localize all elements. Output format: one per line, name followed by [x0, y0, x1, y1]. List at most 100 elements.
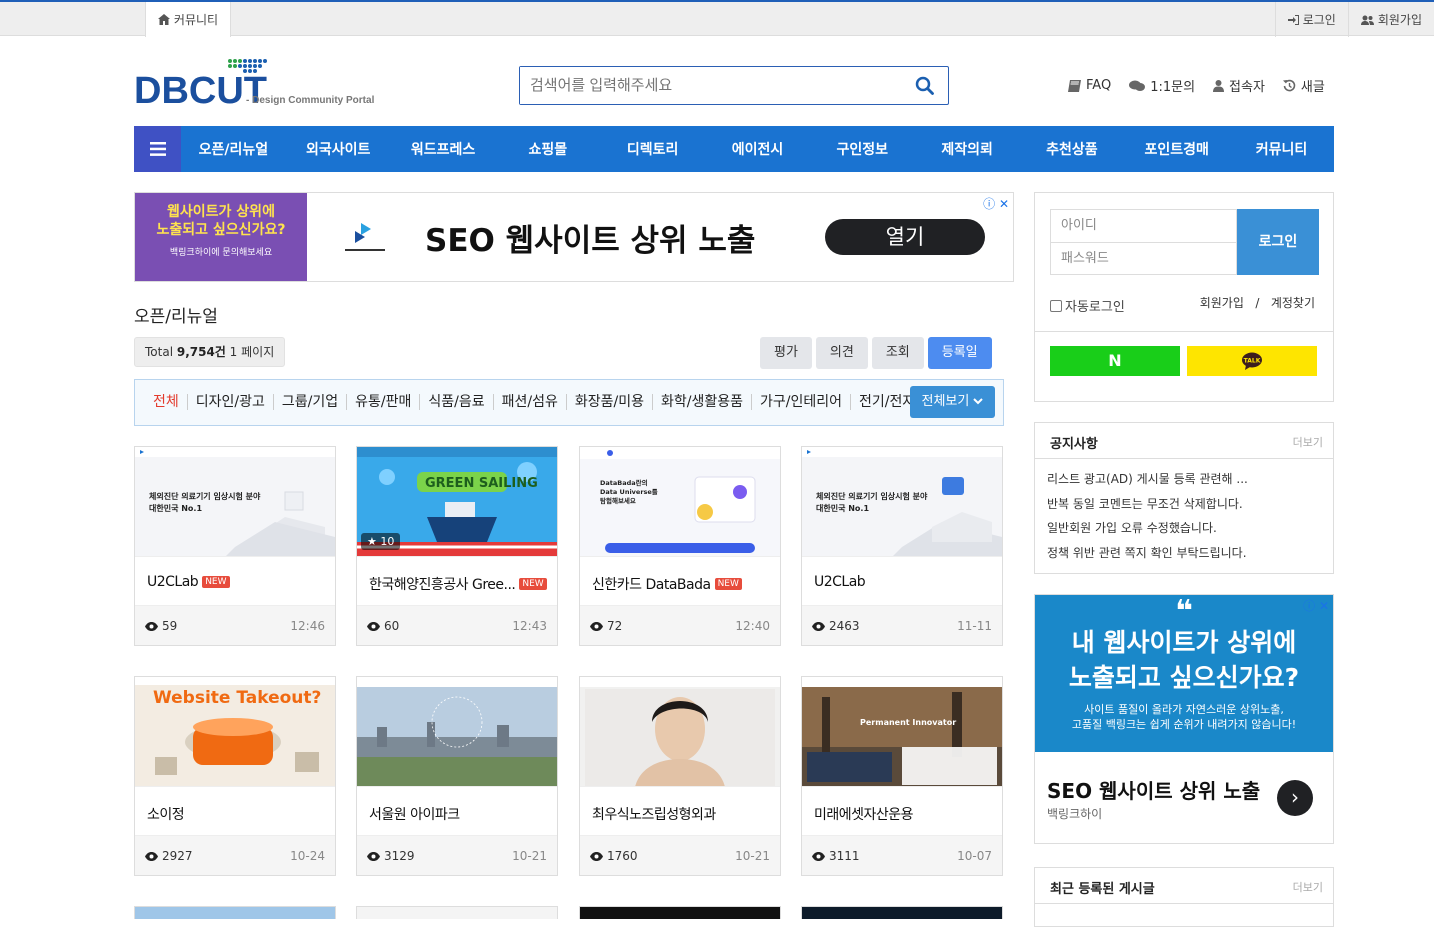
kakao-login-button[interactable]: TALK — [1187, 346, 1317, 376]
signup-link[interactable]: 회원가입 — [1347, 2, 1434, 37]
new-posts-link[interactable]: 새글 — [1282, 76, 1325, 95]
post-title[interactable]: U2CLab — [814, 574, 866, 590]
naver-login-button[interactable]: N — [1050, 346, 1180, 376]
post-card[interactable]: Website Takeout? 소이정 2927 10-24 — [134, 676, 336, 876]
recent-more-link[interactable]: 더보기 — [1293, 879, 1323, 895]
sort-date-button[interactable]: 등록일 — [927, 337, 992, 369]
post-title[interactable]: 서울원 아이파크 — [369, 804, 460, 824]
user-icon — [1213, 79, 1225, 92]
notice-more-link[interactable]: 더보기 — [1293, 434, 1323, 450]
nav-item-wordpress[interactable]: 워드프레스 — [391, 139, 496, 159]
comments-icon — [1129, 80, 1146, 91]
post-card[interactable]: 최우식노즈립성형외과 1760 10-21 — [579, 676, 781, 876]
post-title[interactable]: U2CLab NEW — [147, 574, 230, 590]
search-icon[interactable] — [915, 76, 934, 95]
post-card[interactable] — [356, 906, 558, 919]
backlink-logo-icon — [345, 223, 385, 251]
post-thumbnail — [357, 677, 557, 787]
side-ad-banner[interactable]: ❝ 내 웹사이트가 상위에 노출되고 싶으신가요? 사이트 품질이 올라가 자연… — [1034, 594, 1334, 844]
category-all[interactable]: 전체 — [145, 394, 187, 410]
sign-in-icon — [1287, 14, 1299, 25]
nav-item-directory[interactable]: 디렉토리 — [600, 139, 705, 159]
nav-item-requests[interactable]: 제작의뢰 — [915, 139, 1020, 159]
post-title[interactable]: 미래에셋자산운용 — [814, 804, 914, 824]
post-card[interactable]: 체외진단 의료기기 임상시험 분야 대한민국 No.1 U2CLab NEW 59 … — [134, 446, 336, 646]
home-icon — [157, 14, 170, 25]
search-input[interactable] — [520, 67, 900, 104]
nav-item-jobs[interactable]: 구인정보 — [810, 139, 915, 159]
category-cosmetics[interactable]: 화장품/미용 — [565, 394, 652, 410]
login-label: 로그인 — [1302, 13, 1336, 27]
post-card[interactable]: DataBada란의 Data Universe를 탐험해보세요 신한카드 Data… — [579, 446, 781, 646]
top-ad-banner[interactable]: 웹사이트가 상위에 노출되고 싶으신가요? 백링크하이에 문의해보세요 SEO … — [134, 192, 1014, 282]
category-group[interactable]: 그룹/기업 — [272, 394, 346, 410]
category-furniture[interactable]: 가구/인테리어 — [751, 394, 850, 410]
total-suffix: 1 페이지 — [225, 345, 275, 359]
ad-open-button[interactable]: 열기 — [825, 219, 985, 255]
faq-link[interactable]: FAQ — [1068, 76, 1111, 95]
notice-item[interactable]: 반복 동일 코멘트는 무조건 삭제합니다. — [1035, 492, 1333, 517]
chevron-right-icon[interactable]: › — [1277, 780, 1313, 816]
nav-item-shopping[interactable]: 쇼핑몰 — [495, 139, 600, 159]
nav-item-agency[interactable]: 에이전시 — [705, 139, 810, 159]
join-link[interactable]: 회원가입 — [1200, 296, 1244, 310]
post-thumbnail — [357, 907, 557, 919]
post-card[interactable]: GREEN SAILING ★ 10 한국해양진흥공사 Gree... NEW 6… — [356, 446, 558, 646]
post-title[interactable]: 소이정 — [147, 804, 185, 824]
users-icon — [1360, 15, 1374, 25]
sort-comments-button[interactable]: 의견 — [815, 337, 868, 369]
post-title[interactable]: 한국해양진흥공사 Gree... NEW — [369, 574, 547, 594]
post-thumbnail: DataBada란의 Data Universe를 탐험해보세요 — [580, 447, 780, 557]
post-card[interactable]: 서울원 아이파크 3129 10-21 — [356, 676, 558, 876]
view-all-button[interactable]: 전체보기 — [910, 386, 995, 418]
menu-button[interactable] — [134, 126, 181, 172]
tab-community[interactable]: 커뮤니티 — [145, 2, 231, 37]
post-card[interactable] — [579, 906, 781, 919]
category-food[interactable]: 식품/음료 — [419, 394, 492, 410]
svg-text:DataBada란의: DataBada란의 — [600, 478, 648, 487]
category-fashion[interactable]: 패션/섬유 — [492, 394, 566, 410]
divider — [1035, 331, 1333, 332]
password-input[interactable]: 패스워드 — [1051, 243, 1236, 276]
category-design[interactable]: 디자인/광고 — [186, 394, 273, 410]
nav-item-recommended[interactable]: 추천상품 — [1020, 139, 1125, 159]
post-title[interactable]: 최우식노즈립성형외과 — [592, 804, 716, 824]
post-meta: 3111 10-07 — [802, 835, 1002, 875]
auto-login-checkbox[interactable]: 자동로그인 — [1050, 296, 1125, 315]
post-card[interactable]: Permanent Innovator 미래에셋자산운용 3111 10-07 — [801, 676, 1003, 876]
username-input[interactable]: 아이디 — [1051, 210, 1236, 243]
find-account-link[interactable]: 계정찾기 — [1271, 296, 1315, 310]
category-retail[interactable]: 유통/판매 — [346, 394, 419, 410]
nav-item-community[interactable]: 커뮤니티 — [1229, 139, 1334, 159]
svg-text:Website Takeout?: Website Takeout? — [153, 688, 321, 708]
kakao-talk-icon: TALK — [1242, 352, 1262, 370]
site-logo[interactable]: DBCUT - Design Community Portal — [134, 57, 394, 112]
post-thumbnail: 체외진단 의료기기 임상시험 분야 대한민국 No.1 — [135, 447, 335, 557]
post-meta: 2927 10-24 — [135, 835, 335, 875]
notice-item[interactable]: 정책 위반 관련 쪽지 확인 부탁드립니다. — [1035, 541, 1333, 566]
sort-rating-button[interactable]: 평가 — [760, 337, 812, 369]
post-title[interactable]: 신한카드 DataBada NEW — [592, 574, 742, 594]
nav-item-point-auction[interactable]: 포인트경매 — [1124, 139, 1229, 159]
new-badge: NEW — [714, 578, 742, 590]
post-card[interactable] — [134, 906, 336, 919]
login-link[interactable]: 로그인 — [1274, 2, 1348, 37]
view-count: 72 — [607, 619, 623, 633]
nav-item-open-renewal[interactable]: 오픈/리뉴얼 — [181, 139, 286, 159]
category-chemical[interactable]: 화학/생활용품 — [652, 394, 751, 410]
notice-item[interactable]: 일반회원 가입 오류 수정했습니다. — [1035, 516, 1333, 541]
ad-close-icon[interactable]: ⓘ ✕ — [983, 195, 1009, 212]
login-button[interactable]: 로그인 — [1237, 209, 1319, 275]
inquiry-link[interactable]: 1:1문의 — [1129, 76, 1195, 95]
side-ad-line1: 내 웹사이트가 상위에 — [1071, 628, 1297, 657]
sort-views-button[interactable]: 조회 — [871, 337, 924, 369]
notice-item[interactable]: 리스트 광고(AD) 게시물 등록 관련해 ... — [1035, 467, 1333, 492]
visitors-link[interactable]: 접속자 — [1213, 76, 1265, 95]
ad-headline: SEO 웹사이트 상위 노출 — [425, 223, 756, 259]
post-card[interactable]: 체외진단 의료기기 임상시험 분야 대한민국 No.1 U2CLab 2463 1… — [801, 446, 1003, 646]
ad-close-icon[interactable]: ⓘ ✕ — [1303, 597, 1329, 614]
post-date: 10-21 — [735, 849, 770, 863]
view-count: 2463 — [829, 619, 860, 633]
nav-item-foreign-sites[interactable]: 외국사이트 — [286, 139, 391, 159]
post-card[interactable] — [801, 906, 1003, 919]
